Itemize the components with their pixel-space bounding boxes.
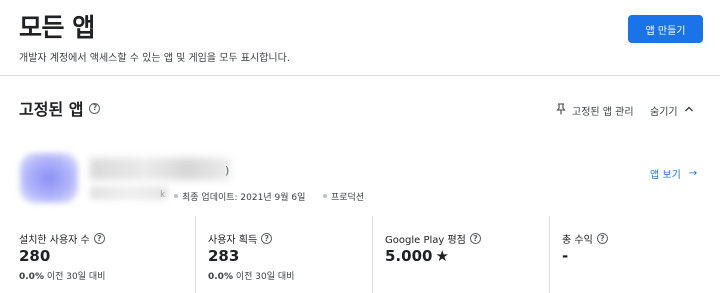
- help-icon[interactable]: ?: [261, 233, 273, 244]
- help-icon[interactable]: ?: [469, 233, 481, 244]
- stat-value: 280: [19, 247, 51, 265]
- stat-label-text: 총 수익: [562, 235, 593, 246]
- pin-icon: [556, 103, 566, 115]
- stat-value: 283: [208, 247, 240, 265]
- help-icon[interactable]: ?: [93, 233, 105, 244]
- stat-card-installs: 설치한 사용자 수 ? 280 0.0% 이전 30일 대비: [19, 216, 195, 293]
- app-last-update: 최종 업데이트: 2021년 9월 6일: [182, 193, 306, 203]
- help-icon[interactable]: ?: [596, 233, 608, 244]
- view-app-label: 앱 보기: [650, 170, 681, 181]
- app-package-redacted: [90, 186, 168, 200]
- stat-card-rating: Google Play 평점 ? 5.000 ★: [372, 216, 549, 293]
- stat-value: 5.000 ★: [385, 247, 449, 265]
- create-app-button[interactable]: 앱 만들기: [628, 15, 703, 43]
- stat-label: 사용자 획득 ?: [208, 231, 273, 246]
- arrow-right-icon: →: [688, 168, 698, 179]
- separator-dot: [174, 194, 178, 198]
- stat-change-pct: 0.0%: [208, 272, 233, 282]
- app-package-suffix: k: [160, 190, 166, 200]
- hide-pinned-apps-toggle[interactable]: 숨기기: [650, 103, 678, 118]
- stat-card-acquisition: 사용자 획득 ? 283 0.0% 이전 30일 대비: [195, 216, 372, 293]
- stat-change-text: 이전 30일 대비: [235, 272, 295, 282]
- stat-card-revenue: 총 수익 ? -: [549, 216, 720, 293]
- stat-label-text: 사용자 획득: [208, 235, 258, 246]
- stat-change-pct: 0.0%: [19, 272, 44, 282]
- view-app-link[interactable]: 앱 보기 →: [650, 166, 697, 181]
- app-status: 프로덕션: [331, 193, 365, 203]
- stat-label: 설치한 사용자 수 ?: [19, 231, 105, 246]
- separator-dot: [323, 194, 327, 198]
- stat-label: 총 수익 ?: [562, 231, 608, 246]
- stat-label: Google Play 평점 ?: [385, 231, 481, 246]
- app-name-redacted[interactable]: [90, 158, 230, 180]
- stat-label-text: Google Play 평점: [385, 235, 466, 246]
- stat-value: -: [562, 247, 569, 265]
- help-icon[interactable]: ?: [89, 102, 101, 114]
- chevron-up-icon[interactable]: [684, 104, 694, 114]
- stat-change-text: 이전 30일 대비: [46, 272, 106, 282]
- app-icon[interactable]: [20, 153, 78, 203]
- page-title: 모든 앱: [19, 13, 95, 42]
- stat-label-text: 설치한 사용자 수: [19, 235, 90, 246]
- pinned-apps-title: 고정된 앱 ?: [19, 96, 101, 120]
- stat-change: 0.0% 이전 30일 대비: [208, 269, 294, 282]
- rating-value: 5.000: [385, 247, 433, 265]
- pinned-apps-title-label: 고정된 앱: [19, 100, 84, 119]
- header-divider: [0, 75, 720, 76]
- page-subtitle: 개발자 계정에서 액세스할 수 있는 앱 및 게임을 모두 표시합니다.: [19, 53, 290, 64]
- app-name-suffix: ): [225, 164, 230, 177]
- manage-pinned-apps-link[interactable]: 고정된 앱 관리: [572, 103, 634, 118]
- star-icon: ★: [435, 247, 449, 265]
- stat-change: 0.0% 이전 30일 대비: [19, 269, 105, 282]
